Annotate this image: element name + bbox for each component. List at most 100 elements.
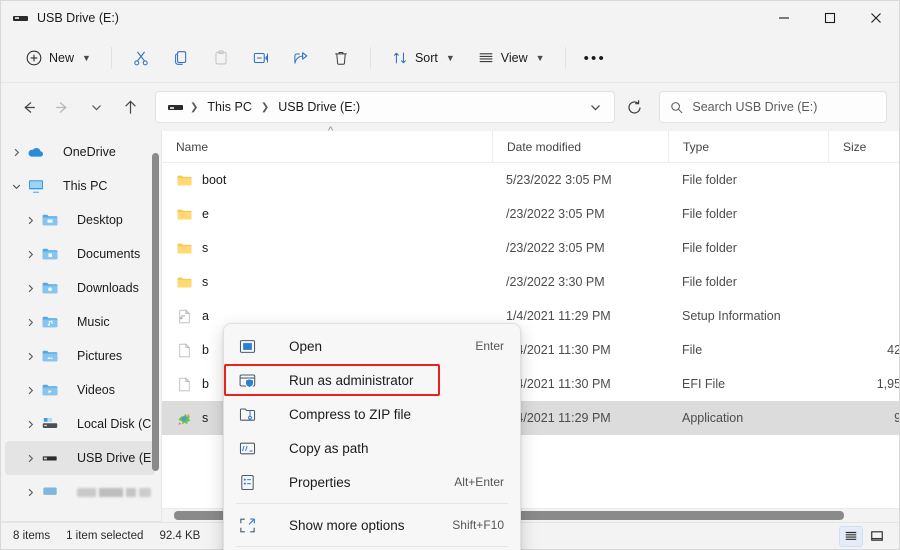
column-header-type[interactable]: Type — [668, 131, 828, 163]
menu-item-copy-as-path[interactable]: Copy as path — [228, 431, 516, 465]
sidebar-item-this-pc[interactable]: This PC — [5, 169, 155, 203]
chevron-right-icon[interactable] — [19, 419, 41, 430]
chevron-right-icon[interactable] — [19, 351, 41, 362]
folder-pictures-icon — [41, 347, 68, 365]
back-button[interactable] — [11, 91, 45, 123]
see-more-button[interactable]: ••• — [576, 42, 614, 74]
file-type-cell: Setup Information — [668, 309, 828, 323]
show-more-icon — [238, 516, 257, 535]
sidebar-item-label: OneDrive — [63, 145, 116, 159]
sidebar-item-videos[interactable]: Videos — [5, 373, 155, 407]
sort-ascending-icon: ^ — [328, 125, 333, 137]
recent-locations-button[interactable] — [79, 91, 113, 123]
delete-button[interactable] — [322, 42, 360, 74]
refresh-button[interactable] — [619, 93, 649, 121]
file-name-label: s — [202, 411, 208, 425]
paste-icon — [212, 49, 230, 67]
large-icons-view-button[interactable] — [865, 526, 889, 547]
menu-item-label: Copy as path — [289, 441, 369, 456]
network-icon — [41, 483, 68, 501]
menu-item-properties[interactable]: PropertiesAlt+Enter — [228, 465, 516, 499]
sidebar-item-desktop[interactable]: Desktop — [5, 203, 155, 237]
context-menu: OpenEnterRun as administratorCompress to… — [223, 323, 521, 550]
table-row[interactable]: e/23/2022 3:05 PMFile folder — [162, 197, 899, 231]
maximize-button[interactable] — [807, 1, 853, 34]
sidebar-item-music[interactable]: Music — [5, 305, 155, 339]
show-more-icon — [238, 516, 273, 535]
share-button[interactable] — [282, 42, 320, 74]
rename-button[interactable] — [242, 42, 280, 74]
network-icon — [41, 483, 59, 501]
sidebar-item-local-disk-c[interactable]: Local Disk (C:) — [5, 407, 155, 441]
generic-file-icon — [176, 376, 193, 393]
folder-icon — [176, 206, 193, 223]
menu-item-run-as-administrator[interactable]: Run as administrator — [228, 363, 516, 397]
chevron-right-icon[interactable] — [19, 249, 41, 260]
sidebar-item-redacted[interactable] — [5, 475, 155, 509]
forward-button[interactable] — [45, 91, 79, 123]
breadcrumb-bar[interactable]: ❯ This PC ❯ USB Drive (E:) — [155, 91, 615, 123]
large-icons-view-icon — [870, 529, 884, 543]
file-date-cell: /23/2022 3:30 PM — [492, 275, 668, 289]
chevron-right-icon[interactable] — [19, 453, 41, 464]
column-header-name[interactable]: Name ^ — [162, 131, 492, 163]
file-size-cell: 93 — [828, 411, 899, 425]
table-row[interactable]: s/23/2022 3:05 PMFile folder — [162, 231, 899, 265]
ellipsis-icon: ••• — [584, 51, 606, 66]
copy-button[interactable] — [162, 42, 200, 74]
setup-information-icon — [176, 308, 193, 325]
column-header-date-modified[interactable]: Date modified — [492, 131, 668, 163]
hard-disk-icon — [41, 415, 68, 433]
sort-button[interactable]: Sort ▼ — [381, 42, 465, 74]
application-icon — [176, 410, 193, 427]
sidebar-item-label: Local Disk (C:) — [77, 417, 151, 431]
file-size-cell: 1,957 — [828, 377, 899, 391]
menu-item-show-more-options[interactable]: Show more optionsShift+F10 — [228, 508, 516, 542]
context-menu-separator — [236, 503, 508, 504]
command-bar: New ▼ — [1, 34, 899, 82]
generic-file-icon — [176, 342, 193, 359]
table-row[interactable]: boot5/23/2022 3:05 PMFile folder — [162, 163, 899, 197]
chevron-right-icon[interactable] — [5, 147, 27, 158]
sidebar-item-usb-drive-e[interactable]: USB Drive (E:) — [5, 441, 155, 475]
chevron-right-icon[interactable] — [19, 317, 41, 328]
breadcrumb-item-usb-drive[interactable]: USB Drive (E:) — [272, 97, 366, 117]
sidebar-item-onedrive[interactable]: OneDrive — [5, 135, 155, 169]
hard-disk-icon — [41, 415, 59, 433]
previous-locations-button[interactable] — [580, 93, 610, 121]
minimize-button[interactable] — [761, 1, 807, 34]
new-button[interactable]: New ▼ — [15, 42, 101, 74]
column-header-size[interactable]: Size — [828, 131, 900, 163]
file-name-cell: a — [162, 308, 492, 325]
selection-size: 92.4 KB — [159, 530, 216, 542]
chevron-right-icon[interactable] — [19, 487, 41, 498]
menu-item-label: Properties — [289, 475, 351, 490]
sort-button-label: Sort — [415, 51, 438, 65]
folder-icon — [176, 206, 193, 223]
chevron-down-icon[interactable] — [5, 181, 27, 192]
menu-item-open[interactable]: OpenEnter — [228, 329, 516, 363]
sidebar-item-documents[interactable]: Documents — [5, 237, 155, 271]
item-count: 8 items — [13, 530, 66, 542]
sort-icon — [391, 49, 409, 67]
chevron-right-icon[interactable] — [19, 385, 41, 396]
breadcrumb-item-this-pc[interactable]: This PC — [201, 97, 257, 117]
search-input[interactable] — [692, 100, 876, 114]
folder-videos-icon — [41, 381, 68, 399]
close-button[interactable] — [853, 1, 899, 34]
up-button[interactable] — [113, 91, 147, 123]
file-name-label: e — [202, 207, 209, 221]
search-box[interactable] — [659, 91, 887, 123]
chevron-right-icon[interactable] — [19, 215, 41, 226]
file-date-cell: /23/2022 3:05 PM — [492, 241, 668, 255]
navigation-scrollbar[interactable] — [152, 153, 159, 471]
sidebar-item-downloads[interactable]: Downloads — [5, 271, 155, 305]
sidebar-item-label: Desktop — [77, 213, 123, 227]
view-button[interactable]: View ▼ — [467, 42, 555, 74]
menu-item-compress-to-zip-file[interactable]: Compress to ZIP file — [228, 397, 516, 431]
chevron-right-icon[interactable] — [19, 283, 41, 294]
cut-button[interactable] — [122, 42, 160, 74]
table-row[interactable]: s/23/2022 3:30 PMFile folder — [162, 265, 899, 299]
sidebar-item-pictures[interactable]: Pictures — [5, 339, 155, 373]
details-view-button[interactable] — [839, 526, 863, 547]
